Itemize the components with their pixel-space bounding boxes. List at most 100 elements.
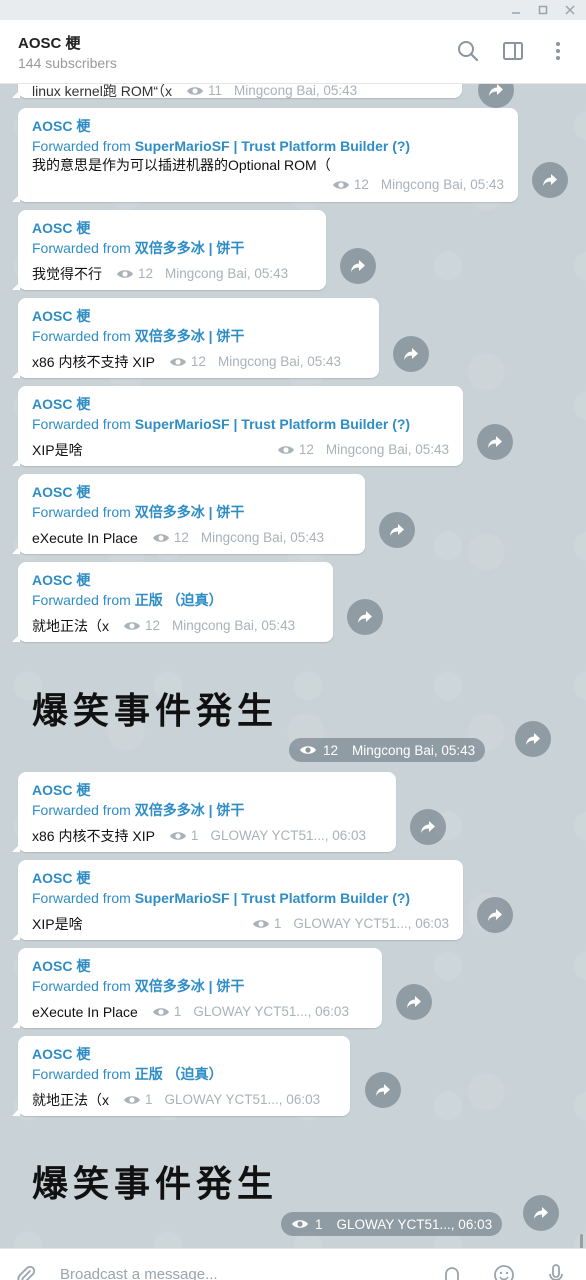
forward-button[interactable] [477,897,513,933]
forwarded-from[interactable]: Forwarded from 双倍多多冰 | 饼干 [32,326,365,347]
message-bubble[interactable]: AOSC 梗 Forwarded from 双倍多多冰 | 饼干 eXecute… [12,948,382,1028]
sidebar-toggle-icon[interactable] [500,38,526,64]
message-meta: 1 GLOWAY YCT51..., 06:03 [152,1003,349,1021]
channel-name[interactable]: AOSC 梗 [32,394,449,414]
channel-name[interactable]: AOSC 梗 [32,306,365,326]
message-meta: 12 Mingcong Bai, 05:43 [169,353,341,371]
view-count: 12 [138,266,154,281]
forwarded-from[interactable]: Forwarded from 正版 （迫真） [32,590,319,611]
author-time: GLOWAY YCT51..., 06:03 [336,1216,493,1232]
message-bubble[interactable]: AOSC 梗 Forwarded from 正版 （迫真） 就地正法（x 1 G… [12,1036,350,1116]
author-time: Mingcong Bai, 05:43 [325,442,449,457]
forwarded-from[interactable]: Forwarded from 双倍多多冰 | 饼干 [32,502,351,523]
forward-source[interactable]: SuperMarioSF | Trust Platform Builder (?… [135,890,410,906]
view-count: 12 [353,177,369,192]
forward-button[interactable] [477,424,513,460]
view-count: 12 [145,618,161,633]
view-count: 12 [190,354,206,369]
message-bubble[interactable]: AOSC 梗 Forwarded from 双倍多多冰 | 饼干 x86 内核不… [12,772,396,852]
sticker-meta: 1 GLOWAY YCT51..., 06:03 [281,1212,503,1236]
channel-name[interactable]: AOSC 梗 [32,956,368,976]
channel-name[interactable]: AOSC 梗 [32,116,504,136]
forward-button[interactable] [532,162,568,198]
scrollbar[interactable] [580,1234,583,1248]
forwarded-from[interactable]: Forwarded from 双倍多多冰 | 饼干 [32,238,312,259]
channel-title[interactable]: AOSC 梗 [18,32,81,53]
message-bubble[interactable]: AOSC 梗 Forwarded from SuperMarioSF | Tru… [12,108,518,202]
forward-button[interactable] [410,809,446,845]
forwarded-from[interactable]: Forwarded from SuperMarioSF | Trust Plat… [32,136,504,157]
forwarded-from[interactable]: Forwarded from SuperMarioSF | Trust Plat… [32,888,449,909]
message-bubble[interactable]: AOSC 梗 Forwarded from SuperMarioSF | Tru… [12,386,463,466]
forward-source[interactable]: SuperMarioSF | Trust Platform Builder (?… [135,416,410,432]
forward-source[interactable]: 双倍多多冰 | 饼干 [135,240,245,256]
message-bubble[interactable]: AOSC 梗 Forwarded from 正版 （迫真） 就地正法（x 12 … [12,562,333,642]
emoji-icon[interactable] [492,1263,516,1280]
message-bubble[interactable]: AOSC 梗 Forwarded from 双倍多多冰 | 饼干 我觉得不行 1… [12,210,326,290]
forwarded-from[interactable]: Forwarded from 正版 （迫真） [32,1064,336,1085]
forward-button[interactable] [478,84,514,108]
views-icon [252,920,269,928]
forward-button[interactable] [393,336,429,372]
forwarded-from[interactable]: Forwarded from 双倍多多冰 | 饼干 [32,976,368,997]
message-text: XIP是啥 [32,442,83,458]
attach-icon[interactable] [14,1263,38,1280]
channel-name[interactable]: AOSC 梗 [32,780,382,800]
message-meta: 12 Mingcong Bai, 05:43 [152,529,324,547]
channel-name[interactable]: AOSC 梗 [32,868,449,888]
message-bubble-partial[interactable]: linux kernel跑 ROM“（x 11 Mingcong Bai, 05… [12,84,462,100]
view-count: 12 [323,742,339,758]
sticker-image[interactable]: 爆笑事件発生 [32,682,278,734]
message-input[interactable]: Broadcast a message... [60,1266,218,1280]
author-time: Mingcong Bai, 05:43 [217,354,342,369]
author-time: GLOWAY YCT51..., 06:03 [293,916,449,931]
more-options-icon[interactable] [545,38,571,64]
forward-source[interactable]: 双倍多多冰 | 饼干 [135,978,245,994]
forwarded-from[interactable]: Forwarded from SuperMarioSF | Trust Plat… [32,414,449,435]
views-icon [124,1096,140,1104]
forward-source[interactable]: 正版 （迫真） [135,1066,223,1082]
author-time: GLOWAY YCT51..., 06:03 [164,1092,321,1107]
forward-button[interactable] [365,1072,401,1108]
view-count: 1 [190,828,199,843]
forwarded-from[interactable]: Forwarded from 双倍多多冰 | 饼干 [32,800,382,821]
forward-button[interactable] [379,512,415,548]
minimize-icon[interactable] [504,0,528,20]
sticker-image[interactable]: 爆笑事件発生 [32,1155,278,1207]
views-icon [169,358,186,366]
forward-button[interactable] [523,1195,559,1231]
author-time: Mingcong Bai, 05:43 [165,266,289,281]
message-bubble[interactable]: AOSC 梗 Forwarded from SuperMarioSF | Tru… [12,860,463,940]
silent-bell-icon[interactable] [440,1263,464,1280]
message-list[interactable]: linux kernel跑 ROM“（x 11 Mingcong Bai, 05… [0,84,586,1248]
views-icon [300,746,316,754]
message-text: 就地正法（x [32,1092,109,1108]
forward-source[interactable]: 双倍多多冰 | 饼干 [135,328,245,344]
forward-button[interactable] [347,599,383,635]
close-icon[interactable] [558,0,582,20]
forward-button[interactable] [340,248,376,284]
maximize-icon[interactable] [531,0,555,20]
view-count: 12 [173,530,189,545]
forward-source[interactable]: SuperMarioSF | Trust Platform Builder (?… [135,138,410,154]
message-meta: 11 Mingcong Bai, 05:43 [186,84,357,100]
forward-button[interactable] [396,984,432,1020]
channel-name[interactable]: AOSC 梗 [32,482,351,502]
forward-source[interactable]: 正版 （迫真） [135,592,223,608]
forward-source[interactable]: 双倍多多冰 | 饼干 [135,504,245,520]
message-text: linux kernel跑 ROM“（x [32,84,173,99]
channel-name[interactable]: AOSC 梗 [32,570,319,590]
sticker-meta: 12 Mingcong Bai, 05:43 [289,738,486,762]
message-bubble[interactable]: AOSC 梗 Forwarded from 双倍多多冰 | 饼干 eXecute… [12,474,365,554]
forward-button[interactable] [515,721,551,757]
message-meta: 12 Mingcong Bai, 05:43 [116,265,288,283]
channel-name[interactable]: AOSC 梗 [32,1044,336,1064]
forward-source[interactable]: 双倍多多冰 | 饼干 [135,802,245,818]
channel-name[interactable]: AOSC 梗 [32,218,312,238]
microphone-icon[interactable] [544,1263,568,1280]
message-text: XIP是啥 [32,916,83,932]
views-icon [292,1220,308,1228]
search-icon[interactable] [455,38,481,64]
views-icon [152,534,169,542]
message-bubble[interactable]: AOSC 梗 Forwarded from 双倍多多冰 | 饼干 x86 内核不… [12,298,379,378]
